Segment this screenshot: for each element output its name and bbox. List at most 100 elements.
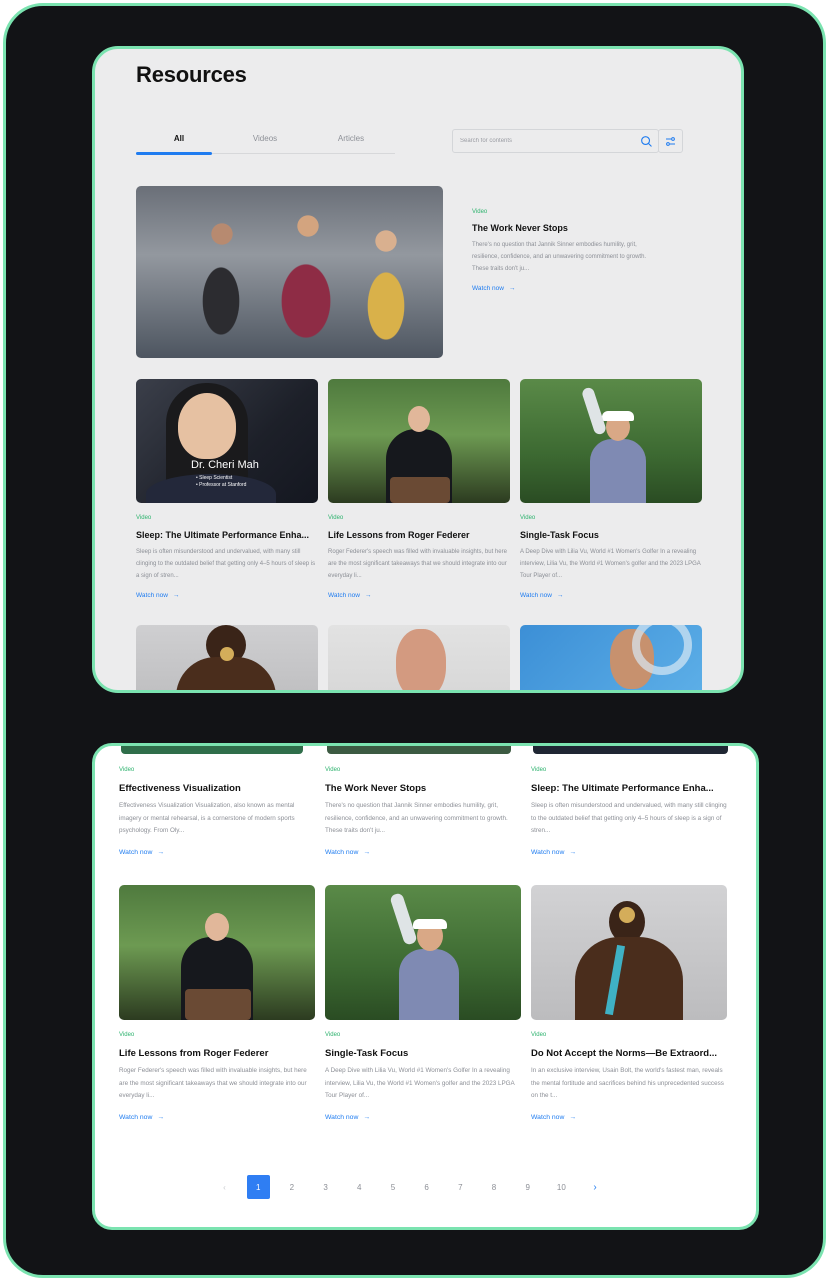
page-7-button[interactable]: 7 xyxy=(449,1175,472,1199)
page-9-button[interactable]: 9 xyxy=(516,1175,539,1199)
card-description: A Deep Dive with Lilia Vu, World #1 Wome… xyxy=(520,549,701,579)
card-image-portrait[interactable] xyxy=(328,625,510,690)
tab-all[interactable]: All xyxy=(136,129,222,155)
head-shape xyxy=(205,913,229,941)
watch-now-label: Watch now xyxy=(520,592,552,599)
watch-now-link[interactable]: Watch now → xyxy=(325,849,370,856)
card-label: Video xyxy=(520,515,536,521)
face-shape xyxy=(396,629,446,690)
card-title[interactable]: The Work Never Stops xyxy=(325,783,520,794)
arrow-right-icon: → xyxy=(157,1114,165,1121)
page-3-button[interactable]: 3 xyxy=(314,1175,337,1199)
card-label: Video xyxy=(136,515,152,521)
podium-shape xyxy=(390,477,450,503)
card-description: There's no question that Jannik Sinner e… xyxy=(325,802,508,834)
resources-panel-top: Resources All Videos Articles Video The … xyxy=(92,46,744,693)
page-6-button[interactable]: 6 xyxy=(415,1175,438,1199)
card-image-vu[interactable] xyxy=(520,379,702,503)
body-shape xyxy=(575,937,683,1020)
watch-now-label: Watch now xyxy=(325,849,359,856)
prev-page-button[interactable]: ‹ xyxy=(213,1175,236,1199)
medal-shape xyxy=(619,907,635,923)
arrow-right-icon: → xyxy=(172,592,180,599)
watch-now-label: Watch now xyxy=(472,285,504,292)
arrow-right-icon: → xyxy=(363,849,371,856)
trophy-shape xyxy=(389,892,418,946)
arrow-right-icon: → xyxy=(363,1114,371,1121)
page-2-button[interactable]: 2 xyxy=(280,1175,303,1199)
watch-now-link[interactable]: Watch now → xyxy=(136,592,179,599)
page-1-button[interactable]: 1 xyxy=(246,1175,270,1199)
card-label: Video xyxy=(325,1032,341,1038)
card-title[interactable]: Single-Task Focus xyxy=(325,1048,521,1059)
card-image-federer[interactable] xyxy=(119,885,315,1020)
face-shape xyxy=(178,393,236,459)
watch-now-link[interactable]: Watch now → xyxy=(325,1114,370,1121)
card-description: Effectiveness Visualization Visualizatio… xyxy=(119,802,295,834)
watch-now-label: Watch now xyxy=(119,849,153,856)
watch-now-label: Watch now xyxy=(325,1114,359,1121)
filter-button[interactable] xyxy=(658,129,683,153)
pagination: ‹ 1 2 3 4 5 6 7 8 9 10 › xyxy=(213,1175,617,1199)
card-label: Video xyxy=(119,767,135,773)
next-page-button[interactable]: › xyxy=(584,1175,607,1199)
featured-label: Video xyxy=(472,209,488,215)
featured-description: There's no question that Jannik Sinner e… xyxy=(472,242,647,272)
card-description: Roger Federer's speech was filled with i… xyxy=(328,549,507,579)
card-image-bolt[interactable] xyxy=(136,625,318,690)
card-image-federer[interactable] xyxy=(328,379,510,503)
cap-shape xyxy=(602,411,634,421)
search-box xyxy=(452,129,659,153)
card-title[interactable]: Sleep: The Ultimate Performance Enha... xyxy=(531,783,727,794)
card-description: Sleep is often misunderstood and underva… xyxy=(531,802,727,834)
card-title[interactable]: Sleep: The Ultimate Performance Enha... xyxy=(136,530,318,540)
arrow-right-icon: → xyxy=(569,849,577,856)
card-title[interactable]: Effectiveness Visualization xyxy=(119,783,314,794)
arrow-right-icon: → xyxy=(556,592,564,599)
cap-shape xyxy=(413,919,447,929)
page-8-button[interactable]: 8 xyxy=(483,1175,506,1199)
arrow-right-icon: → xyxy=(569,1114,577,1121)
card-title[interactable]: Single-Task Focus xyxy=(520,530,702,540)
card-label: Video xyxy=(531,767,547,773)
tab-videos[interactable]: Videos xyxy=(222,129,308,153)
card-image-phelps[interactable] xyxy=(520,625,702,690)
page-10-button[interactable]: 10 xyxy=(550,1175,573,1199)
page-4-button[interactable]: 4 xyxy=(348,1175,371,1199)
body-shape xyxy=(176,657,276,690)
card-image-bolt[interactable] xyxy=(531,885,727,1020)
overlay-line-2: • Professor at Stanford xyxy=(196,482,247,488)
card-label: Video xyxy=(531,1032,547,1038)
watch-now-label: Watch now xyxy=(531,849,565,856)
watch-now-label: Watch now xyxy=(531,1114,565,1121)
watch-now-link[interactable]: Watch now → xyxy=(328,592,371,599)
overlay-lines: • Sleep Scientist • Professor at Stanfor… xyxy=(196,475,246,489)
watch-now-link[interactable]: Watch now → xyxy=(531,849,576,856)
medal-shape xyxy=(220,647,234,661)
filter-icon xyxy=(666,136,675,146)
search-input[interactable] xyxy=(460,138,635,144)
card-description: Roger Federer's speech was filled with i… xyxy=(119,1067,307,1099)
card-title[interactable]: Life Lessons from Roger Federer xyxy=(119,1048,315,1059)
featured-title[interactable]: The Work Never Stops xyxy=(472,223,662,233)
arrow-right-icon: → xyxy=(508,285,516,292)
shirt-shape xyxy=(590,439,646,503)
watch-now-label: Watch now xyxy=(119,1114,153,1121)
card-image-top-visualization xyxy=(121,746,303,754)
search-icon[interactable] xyxy=(640,135,653,148)
watch-now-link[interactable]: Watch now → xyxy=(119,1114,164,1121)
card-image-sleep[interactable]: Dr. Cheri Mah • Sleep Scientist • Profes… xyxy=(136,379,318,503)
watch-now-link[interactable]: Watch now → xyxy=(119,849,164,856)
card-title[interactable]: Life Lessons from Roger Federer xyxy=(328,530,510,540)
watch-now-link[interactable]: Watch now → xyxy=(520,592,563,599)
featured-image[interactable] xyxy=(136,186,443,358)
watch-now-link[interactable]: Watch now → xyxy=(531,1114,576,1121)
tab-articles[interactable]: Articles xyxy=(308,129,394,153)
card-image-vu[interactable] xyxy=(325,885,521,1020)
watch-now-label: Watch now xyxy=(328,592,360,599)
card-image-top-work xyxy=(327,746,511,754)
featured-watch-now-link[interactable]: Watch now → xyxy=(472,285,515,292)
arrow-right-icon: → xyxy=(364,592,372,599)
card-title[interactable]: Do Not Accept the Norms—Be Extraord... xyxy=(531,1048,727,1059)
page-5-button[interactable]: 5 xyxy=(381,1175,404,1199)
